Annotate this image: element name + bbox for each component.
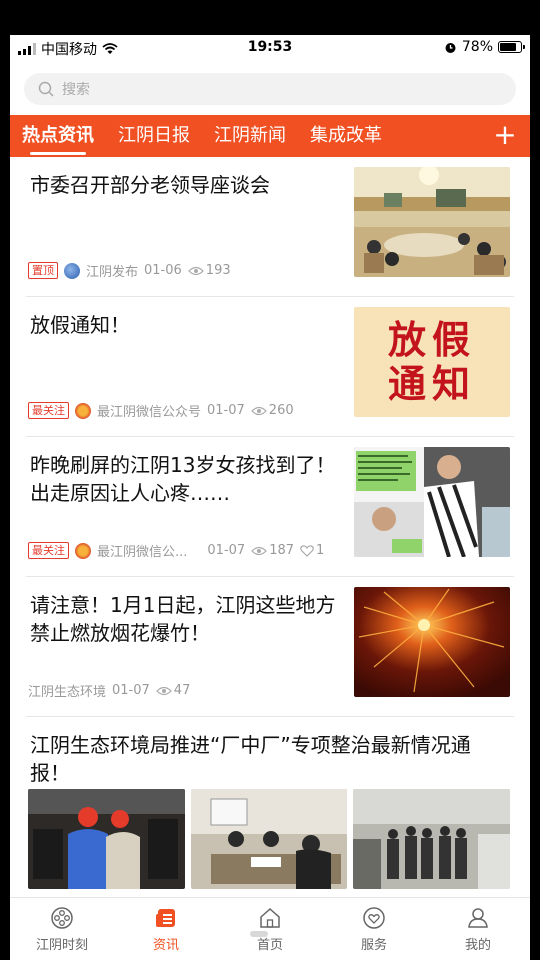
search-bar[interactable]: 搜索 [24,73,516,105]
article-thumbnail [190,789,348,889]
article-thumbnail [354,587,510,697]
search-placeholder: 搜索 [62,82,90,98]
status-bar: 中国移动 19:53 78% [10,35,530,61]
article-thumbnail [354,167,510,277]
category-tabs: 热点资讯 江阴日报 江阴新闻 集成改革 + [10,115,530,157]
featured-tag: 最关注 [28,542,69,559]
add-tab-button[interactable]: + [488,115,522,157]
article-title: 市委召开部分老领导座谈会 [30,173,270,197]
article-thumbnail: 放假 通知 [354,307,510,417]
article-thumbnails [28,789,511,889]
article-title: 放假通知！ [30,313,130,337]
list-item[interactable]: 江阴生态环境局推进“厂中厂”专项整治最新情况通报！ [26,717,514,892]
view-count: 260 [268,403,294,418]
home-icon [260,907,280,928]
article-thumbnail [28,789,185,889]
source-logo-icon [75,542,91,559]
article-thumbnail [353,789,511,889]
article-source: 最江阴微信公众号 [97,405,202,420]
nav-label: 资讯 [152,938,179,953]
article-meta: 最关注 最江阴微信公... 01-07 187 1 [28,541,324,560]
nav-profile[interactable]: 我的 [426,898,530,960]
tab-hot-news[interactable]: 热点资讯 [10,115,106,157]
article-meta: 最关注 最江阴微信公众号 01-07 260 [28,401,294,420]
heart-icon [300,544,314,557]
list-item[interactable]: 放假通知！ 最关注 最江阴微信公众号 01-07 260 放假 通知 [26,297,514,437]
nav-home[interactable]: 首页 [218,898,322,960]
user-icon [468,908,488,928]
alarm-icon [445,42,456,53]
tab-jiangyin-news[interactable]: 江阴新闻 [202,115,298,157]
tab-integrated-reform[interactable]: 集成改革 [298,115,394,157]
nav-services[interactable]: 服务 [322,898,426,960]
article-date: 01-06 [144,263,182,278]
nav-label: 江阴时刻 [35,938,88,953]
nav-label: 服务 [360,938,387,953]
article-thumbnail [354,447,510,557]
article-title: 江阴生态环境局推进“厂中厂”专项整治最新情况通报！ [30,733,471,785]
film-reel-icon [51,907,73,929]
holiday-notice-image-text: 放假 通知 [387,317,476,406]
nav-jiangyin-moment[interactable]: 江阴时刻 [10,898,114,960]
view-count: 193 [205,263,231,278]
nav-news[interactable]: 资讯 [114,898,218,960]
article-meta: 江阴生态环境 01-07 47 [28,681,190,700]
article-title: 昨晚刷屏的江阴13岁女孩找到了！出走原因让人心疼…… [30,453,336,505]
eye-icon [155,686,172,695]
featured-tag: 最关注 [28,402,69,419]
list-item[interactable]: 市委召开部分老领导座谈会 置顶 江阴发布 01-06 193 [26,157,514,297]
battery-icon [498,41,525,53]
article-date: 01-07 [207,543,246,558]
nav-label: 我的 [464,938,491,953]
bottom-nav: 江阴时刻 资讯 首页 服务 我的 [10,897,530,960]
like-count: 1 [316,543,325,558]
source-logo-icon [75,402,91,419]
pinned-tag: 置顶 [28,262,58,279]
article-source: 江阴发布 [86,265,139,280]
article-date: 01-07 [112,683,150,698]
battery-percent: 78% [461,39,493,55]
view-count: 47 [173,683,191,698]
article-date: 01-07 [207,403,245,418]
tab-jiangyin-daily[interactable]: 江阴日报 [106,115,202,157]
eye-icon [250,406,267,415]
news-icon [156,909,175,927]
article-source: 江阴生态环境 [28,685,107,700]
home-indicator [250,931,268,937]
phone-screen: 中国移动 19:53 78% 搜索 热点资讯 江阴日报 江阴新闻 集成改革 + … [10,35,530,960]
article-source: 最江阴微信公... [97,545,188,560]
list-item[interactable]: 请注意！1月1日起，江阴这些地方禁止燃放烟花爆竹！ 江阴生态环境 01-07 4… [26,577,514,717]
service-icon [363,907,385,929]
article-meta: 置顶 江阴发布 01-06 193 [28,261,231,280]
search-icon [38,81,54,97]
source-logo-icon [64,262,80,279]
list-item[interactable]: 昨晚刷屏的江阴13岁女孩找到了！出走原因让人心疼…… 最关注 最江阴微信公...… [26,437,514,577]
article-title: 请注意！1月1日起，江阴这些地方禁止燃放烟花爆竹！ [30,593,336,645]
news-feed: 市委召开部分老领导座谈会 置顶 江阴发布 01-06 193 放假通知！ 最关注… [10,157,530,895]
eye-icon [251,546,268,555]
view-count: 187 [269,543,295,558]
eye-icon [187,266,204,275]
